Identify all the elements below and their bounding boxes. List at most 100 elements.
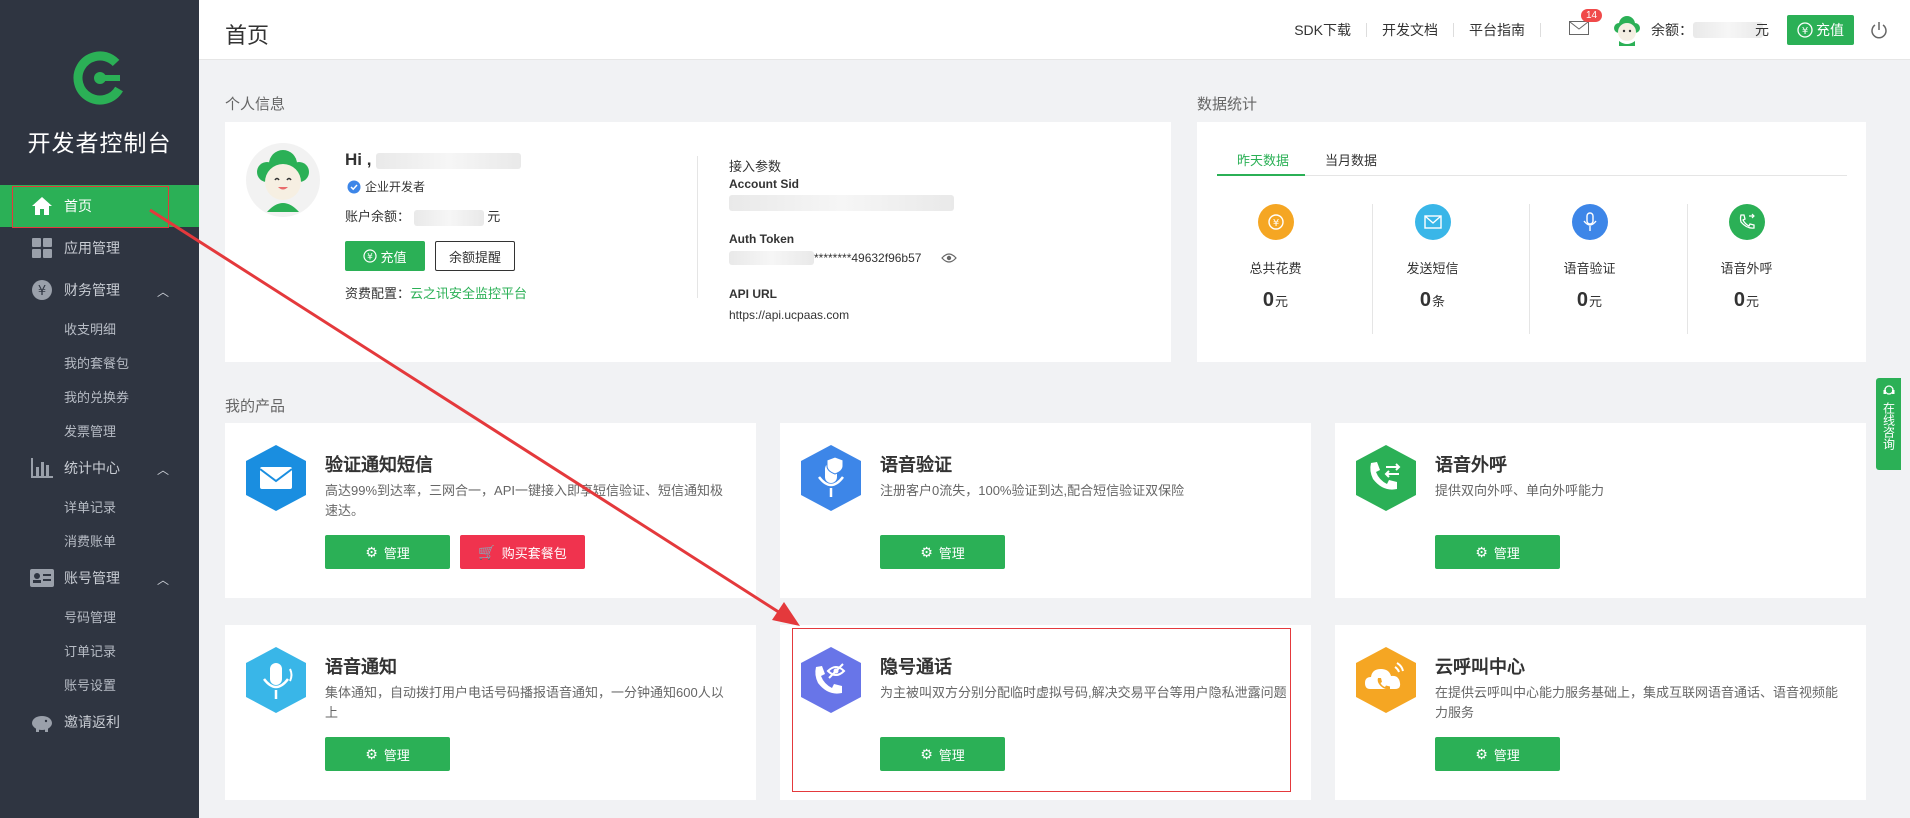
card-recharge-button[interactable]: ¥ 充值 (345, 241, 425, 271)
sidebar-item-apps[interactable]: 应用管理 (0, 227, 199, 269)
auth-token-value: ********49632f96b57 (814, 251, 922, 265)
sidebar-sub-coupons[interactable]: 我的兑换券 (0, 379, 199, 413)
stat-value: 0条 (1354, 289, 1511, 312)
avatar[interactable] (1611, 14, 1643, 46)
personal-info-card: Hi , 企业开发者 账户余额： 元 ¥ 充值 余额提醒 资费配置：云之讯安全监… (225, 122, 1171, 362)
fee-config-label: 资费配置： (345, 286, 411, 301)
developer-type: 企业开发者 (365, 180, 426, 194)
api-url-value: https://api.ucpaas.com (729, 308, 850, 322)
manage-label: 管理 (383, 545, 410, 561)
sidebar-item-finance[interactable]: ¥ 财务管理 ︿ (0, 269, 199, 311)
sidebar-nav: 首页 应用管理 ¥ 财务管理 ︿ 收支明细 我的套餐包 我的兑换券 发票管理 统… (0, 185, 199, 743)
manage-button[interactable]: ⚙ 管理 (325, 737, 450, 771)
svg-text:¥: ¥ (38, 284, 46, 299)
mic-icon (246, 647, 306, 713)
product-desc: 提供双向外呼、单向外呼能力 (1435, 483, 1605, 498)
phone-arrows-icon (1356, 445, 1416, 511)
yen-icon: ¥ (1797, 22, 1813, 38)
product-card-sms: 验证通知短信 高达99%到达率，三网合一，API一键接入即享短信验证、短信通知极… (225, 423, 756, 598)
account-sid-label: Account Sid (729, 177, 800, 191)
console-title: 开发者控制台 (27, 130, 172, 156)
stat-number: 0 (1262, 289, 1275, 311)
stat-number: 0 (1419, 289, 1432, 311)
stat-total-spend: ¥ 总共花费 0元 (1197, 204, 1354, 312)
stat-voice-outbound: 语音外呼 0元 (1668, 204, 1825, 312)
sidebar-item-label: 账号管理 (64, 570, 120, 586)
balance-reminder-button[interactable]: 余额提醒 (435, 241, 515, 271)
svg-text:¥: ¥ (1272, 218, 1278, 229)
user-avatar (245, 142, 321, 223)
manage-label: 管理 (1493, 747, 1520, 763)
tab-this-month[interactable]: 当月数据 (1325, 150, 1377, 169)
personal-info-heading: 个人信息 (225, 96, 286, 113)
manage-label: 管理 (938, 545, 965, 561)
buy-package-button[interactable]: 🛒 购买套餐包 (460, 535, 585, 569)
sidebar-item-label: 应用管理 (64, 240, 120, 256)
yen-icon: ¥ (30, 278, 54, 302)
stat-name: 语音验证 (1563, 261, 1616, 276)
annotation-highlight-private-call (792, 628, 1291, 792)
gear-icon: ⚙ (365, 745, 378, 762)
gear-icon: ⚙ (1475, 543, 1488, 560)
product-desc: 高达99%到达率，三网合一，API一键接入即享短信验证、短信通知极速达。 (325, 483, 723, 518)
tab-yesterday[interactable]: 昨天数据 (1237, 150, 1289, 169)
sidebar-item-stats[interactable]: 统计中心 ︿ (0, 447, 199, 489)
top-links: SDK下载 开发文档 平台指南 14 余额： 元 ¥ 充值 (1279, 0, 1910, 60)
manage-button[interactable]: ⚙ 管理 (880, 535, 1005, 569)
yen-icon: ¥ (1257, 204, 1294, 240)
stat-value: 0元 (1197, 289, 1354, 312)
sidebar-sub-settings[interactable]: 账号设置 (0, 667, 199, 701)
dev-docs-link[interactable]: 开发文档 (1367, 23, 1454, 37)
sidebar-item-label: 邀请返利 (64, 714, 120, 730)
eye-icon[interactable] (941, 252, 958, 264)
sidebar-item-account[interactable]: 账号管理 ︿ (0, 557, 199, 599)
mail-icon (1569, 20, 1589, 35)
sdk-download-link[interactable]: SDK下载 (1279, 23, 1367, 37)
product-title: 语音通知 (325, 657, 397, 677)
svg-text:¥: ¥ (1802, 26, 1808, 37)
stat-number: 0 (1576, 289, 1589, 311)
developer-tag: 企业开发者 (347, 178, 425, 195)
manage-button[interactable]: ⚙ 管理 (1435, 737, 1560, 771)
auth-token-label: Auth Token (729, 232, 795, 246)
username-masked (376, 152, 522, 169)
id-card-icon (30, 566, 54, 590)
sidebar-item-referral[interactable]: 邀请返利 (0, 701, 199, 743)
greeting: Hi , (345, 150, 522, 170)
recharge-button[interactable]: ¥ 充值 (1787, 15, 1854, 45)
gear-icon: ⚙ (365, 543, 378, 560)
chevron-up-icon: ︿ (156, 285, 169, 299)
stat-number: 0 (1733, 289, 1746, 311)
product-desc: 在提供云呼叫中心能力服务基础上，集成互联网语音通话、语音视频能力服务 (1435, 685, 1839, 720)
cloud-phone-icon (1356, 647, 1416, 713)
auth-token-masked (729, 251, 814, 265)
product-title: 云呼叫中心 (1435, 657, 1525, 677)
sidebar-sub-detail-records[interactable]: 详单记录 (0, 489, 199, 523)
power-icon[interactable] (1870, 21, 1888, 39)
piggy-bank-icon (30, 710, 54, 734)
online-consult-tab[interactable]: 在线咨询 (1876, 378, 1901, 470)
sidebar-sub-packages[interactable]: 我的套餐包 (0, 345, 199, 379)
mail-button[interactable]: 14 (1569, 8, 1603, 40)
sidebar-sub-invoices[interactable]: 发票管理 (0, 413, 199, 447)
platform-guide-link[interactable]: 平台指南 (1454, 23, 1541, 37)
manage-button[interactable]: ⚙ 管理 (325, 535, 450, 569)
stat-voice-verify: 语音验证 0元 (1511, 204, 1668, 312)
recharge-label: 充值 (1816, 22, 1844, 38)
balance-unit: 元 (1755, 22, 1769, 38)
envelope-icon (1414, 204, 1451, 240)
sidebar-sub-transactions[interactable]: 收支明细 (0, 311, 199, 345)
bar-chart-icon (30, 456, 54, 480)
auth-token-row: ********49632f96b57 (729, 251, 958, 265)
sidebar-sub-orders[interactable]: 订单记录 (0, 633, 199, 667)
sidebar-sub-bills[interactable]: 消费账单 (0, 523, 199, 557)
manage-button[interactable]: ⚙ 管理 (1435, 535, 1560, 569)
account-balance: 账户余额： 元 (345, 206, 500, 226)
online-consult-label: 在线咨询 (1881, 402, 1896, 450)
api-url-label: API URL (729, 287, 777, 301)
sidebar-sub-numbers[interactable]: 号码管理 (0, 599, 199, 633)
sidebar: 开发者控制台 首页 应用管理 ¥ 财务管理 ︿ 收支明细 我的套餐包 我的兑换券… (0, 0, 199, 818)
fee-config-link[interactable]: 云之讯安全监控平台 (410, 286, 527, 301)
stat-sms-sent: 发送短信 0条 (1354, 204, 1511, 312)
cart-icon: 🛒 (478, 543, 496, 560)
